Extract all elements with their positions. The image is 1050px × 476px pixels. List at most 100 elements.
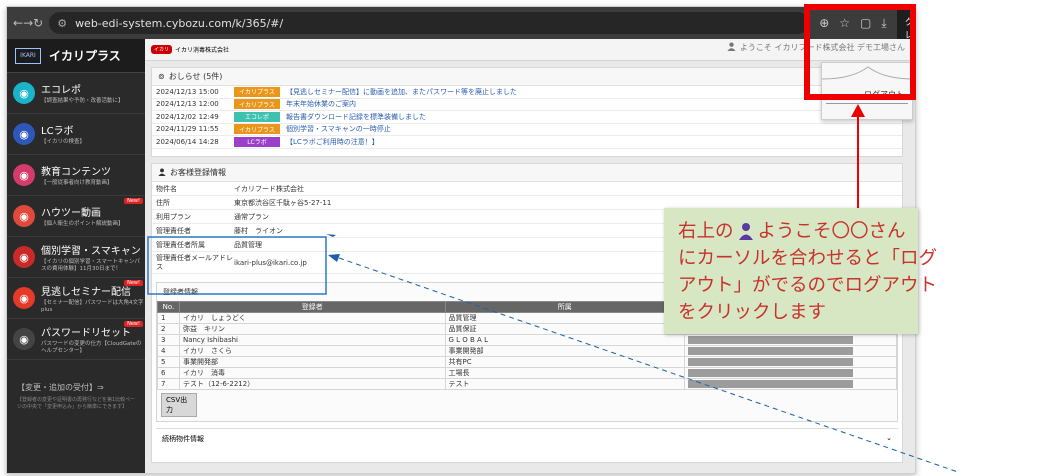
welcome-text: ようこそ イカリフード株式会社 デモ工場さん — [739, 43, 905, 52]
redaction-bar — [688, 380, 854, 388]
info-key: 住所 — [156, 198, 170, 207]
news-tag: イカリプラス — [234, 99, 280, 110]
news-row: 2024/11/29 11:55 イカリプラス 個別学習・スマキャンの一時停止 — [152, 124, 902, 136]
table-cell-redacted — [684, 378, 897, 390]
redaction-bar — [688, 347, 854, 355]
info-row: 物件名 イカリフード株式会社 — [152, 182, 902, 196]
table-cell-no: 5 — [157, 356, 180, 368]
sidebar-item-sub: 【一般従事者向け教育動画】 — [41, 180, 113, 187]
sidebar-item-text: 見逃しセミナー配信 【セミナー配信】パスワードは大角4文字plus — [41, 283, 145, 313]
sidebar: IKARI イカリプラス ◉ エコレポ 【調査結果や予防・改善活動に】 ◉ LCラボ 【イ… — [7, 39, 145, 473]
callout-line4: をクリックします — [678, 302, 827, 323]
news-row: 2024/06/14 14:28 LCラボ 【LCラボご利用時の注意！】 — [152, 136, 902, 149]
address-bar[interactable]: ⚙ web-edi-system.cybozu.com/k/365/#/ — [49, 12, 810, 34]
sidebar-item-5[interactable]: ◉ 見逃しセミナー配信 【セミナー配信】パスワードは大角4文字plus New! — [7, 278, 145, 319]
video-icon: ◉ — [13, 205, 35, 227]
table-cell-name: 事業開発部 — [178, 356, 446, 368]
sidebar-item-4[interactable]: ◉ 個別学習・スマキャン 【イカリの個別学習・スマートキャンパスの費用体験】11月3… — [7, 237, 145, 278]
company-logo: イカリ — [151, 45, 173, 54]
news-row: 2024/12/13 12:00 イカリプラス 年末年始休業のご案内 — [152, 99, 902, 111]
forward-icon[interactable]: → — [23, 16, 33, 30]
table-cell-name: Nancy Ishibashi — [178, 334, 446, 346]
welcome-menu[interactable]: ようこそ イカリフード株式会社 デモ工場さん — [727, 42, 905, 53]
news-header: ⊚ おしらせ (5件) — [152, 68, 902, 86]
redaction-bar — [688, 358, 854, 366]
news-date: 2024/12/13 12:00 — [156, 100, 219, 109]
sidebar-item-sub: 【個人衛生のポイント解説動画】 — [41, 221, 124, 228]
sidebar-footer-sub: 【登録者の変更や証明書の再発行などを第1比較ページの中央で「変更申込み」から簡単… — [17, 397, 136, 410]
table-header: 登録者 — [178, 301, 446, 313]
info-value: 通常プラン — [234, 212, 269, 221]
table-header: No. — [157, 301, 180, 313]
sidebar-item-3[interactable]: ◉ ハウツー動画 【個人衛生のポイント解説動画】 New! — [7, 196, 145, 237]
news-row: 2024/12/13 15:00 イカリプラス 【見逃しセミナー配信】に動画を追加、… — [152, 86, 902, 99]
sidebar-item-text: 教育コンテンツ 【一般従事者向け教育動画】 — [41, 163, 113, 187]
sidebar-item-label: 個別学習・スマキャン — [41, 245, 141, 257]
sidebar-item-6[interactable]: ◉ パスワードリセット パスワードの変更の仕方【CloudGateのヘルプセンター】… — [7, 319, 145, 360]
back-icon[interactable]: ← — [13, 16, 23, 30]
info-value: 品質管理 — [234, 240, 262, 249]
download-icon[interactable]: ⤓ — [881, 16, 886, 31]
person-icon — [738, 221, 754, 240]
sidebar-item-0[interactable]: ◉ エコレポ 【調査結果や予防・改善活動に】 — [7, 73, 145, 114]
info-value: 東京都渋谷区千駄ヶ谷5-27-11 — [234, 198, 332, 207]
table-header: 所属 — [444, 301, 686, 313]
instruction-callout: 右上の ようこそ〇〇さん にカーソルを合わせると「ログ アウト」がでるのでログアウ… — [664, 208, 937, 334]
news-link[interactable]: 年末年始休業のご案内 — [286, 99, 356, 109]
chevron-down-icon[interactable]: ⌄ — [886, 434, 892, 444]
person-icon — [158, 167, 166, 178]
news-link[interactable]: 【見逃しセミナー配信】に動画を追加、またパスワード等を廃止しました — [286, 87, 517, 97]
table-row: 5 事業開発部 共有PC — [157, 356, 897, 368]
related-title: 続柄物件情報 — [162, 435, 204, 443]
news-row: 2024/12/02 12:49 エコレポ 報告書ダウンロード記録を標準装備しました — [152, 111, 902, 124]
table-row: 6 イカリ 消毒 工場長 — [157, 367, 897, 379]
info-key: 管理責任者メールアドレス — [156, 253, 233, 271]
table-cell-dept: 品質保証 — [444, 323, 686, 335]
reload-icon[interactable]: ↻ — [33, 16, 43, 30]
table-cell-no: 3 — [157, 334, 180, 346]
table-cell-redacted — [684, 356, 897, 368]
education-icon: ◉ — [13, 164, 35, 186]
logo-mark: IKARI — [15, 47, 41, 64]
callout-line1-pre: 右上の — [678, 221, 734, 242]
logout-dropdown: ログアウト — [821, 62, 914, 120]
info-value: イカリフード株式会社 — [234, 184, 304, 193]
site-settings-icon[interactable]: ⚙ — [57, 17, 67, 30]
new-badge: New! — [124, 280, 143, 286]
news-link[interactable]: 個別学習・スマキャンの一時停止 — [286, 124, 391, 134]
info-key: 物件名 — [156, 184, 177, 193]
sidebar-item-sub: 【イカリの個別学習・スマートキャンパスの費用体験】11月30日まで！ — [41, 258, 140, 272]
table-cell-name: イカリ 消毒 — [178, 367, 446, 379]
table-cell-dept: 工場長 — [444, 367, 686, 379]
sidebar-item-sub: 【セミナー配信】パスワードは大角4文字plus — [41, 299, 144, 313]
news-link[interactable]: 【LCラボご利用時の注意！】 — [286, 137, 379, 147]
sidebar-item-label: エコレポ — [41, 85, 81, 97]
customer-title: お客様登録情報 — [170, 168, 226, 177]
lab-icon: ◉ — [13, 123, 35, 145]
table-cell-name: 弥益 キリン — [178, 323, 446, 335]
table-row: 4 イカリ さくら 事業開発部 — [157, 345, 897, 357]
bookmark-star-icon[interactable]: ☆ — [839, 16, 850, 30]
news-date: 2024/12/13 15:00 — [156, 87, 219, 96]
sidebar-item-text: エコレポ 【調査結果や予防・改善活動に】 — [41, 81, 124, 105]
related-section[interactable]: 続柄物件情報 ⌄ — [156, 428, 898, 449]
info-key: 利用プラン — [156, 212, 191, 221]
sidebar-footer[interactable]: 【変更・追加の受付】⇒ 【登録者の変更や証明書の再発行などを第1比較ページの中央… — [7, 360, 145, 411]
password-icon: ◉ — [13, 328, 35, 350]
news-link[interactable]: 報告書ダウンロード記録を標準装備しました — [286, 112, 426, 122]
table-cell-name: イカリ さくら — [178, 345, 446, 357]
sidebar-item-1[interactable]: ◉ LCラボ 【イカリの検査】 — [7, 114, 145, 155]
eco-icon: ◉ — [13, 82, 35, 104]
url-text: web-edi-system.cybozu.com/k/365/#/ — [75, 16, 284, 30]
csv-export-button[interactable]: CSV出力 — [161, 393, 197, 417]
user-icon — [727, 42, 736, 53]
sidebar-item-text: パスワードリセット パスワードの変更の仕方【CloudGateのヘルプセンター】 — [41, 324, 145, 354]
zoom-icon[interactable]: ⊕ — [819, 16, 829, 30]
sidebar-item-2[interactable]: ◉ 教育コンテンツ 【一般従事者向け教育動画】 — [7, 155, 145, 196]
tab-icon[interactable]: ▢ — [860, 16, 871, 30]
sidebar-logo[interactable]: IKARI イカリプラス — [7, 39, 145, 73]
table-cell-redacted — [684, 345, 897, 357]
news-date: 2024/11/29 11:55 — [156, 125, 219, 134]
logout-button[interactable]: ログアウト — [864, 89, 904, 100]
sidebar-footer-title: 【変更・追加の受付】⇒ — [17, 383, 104, 392]
